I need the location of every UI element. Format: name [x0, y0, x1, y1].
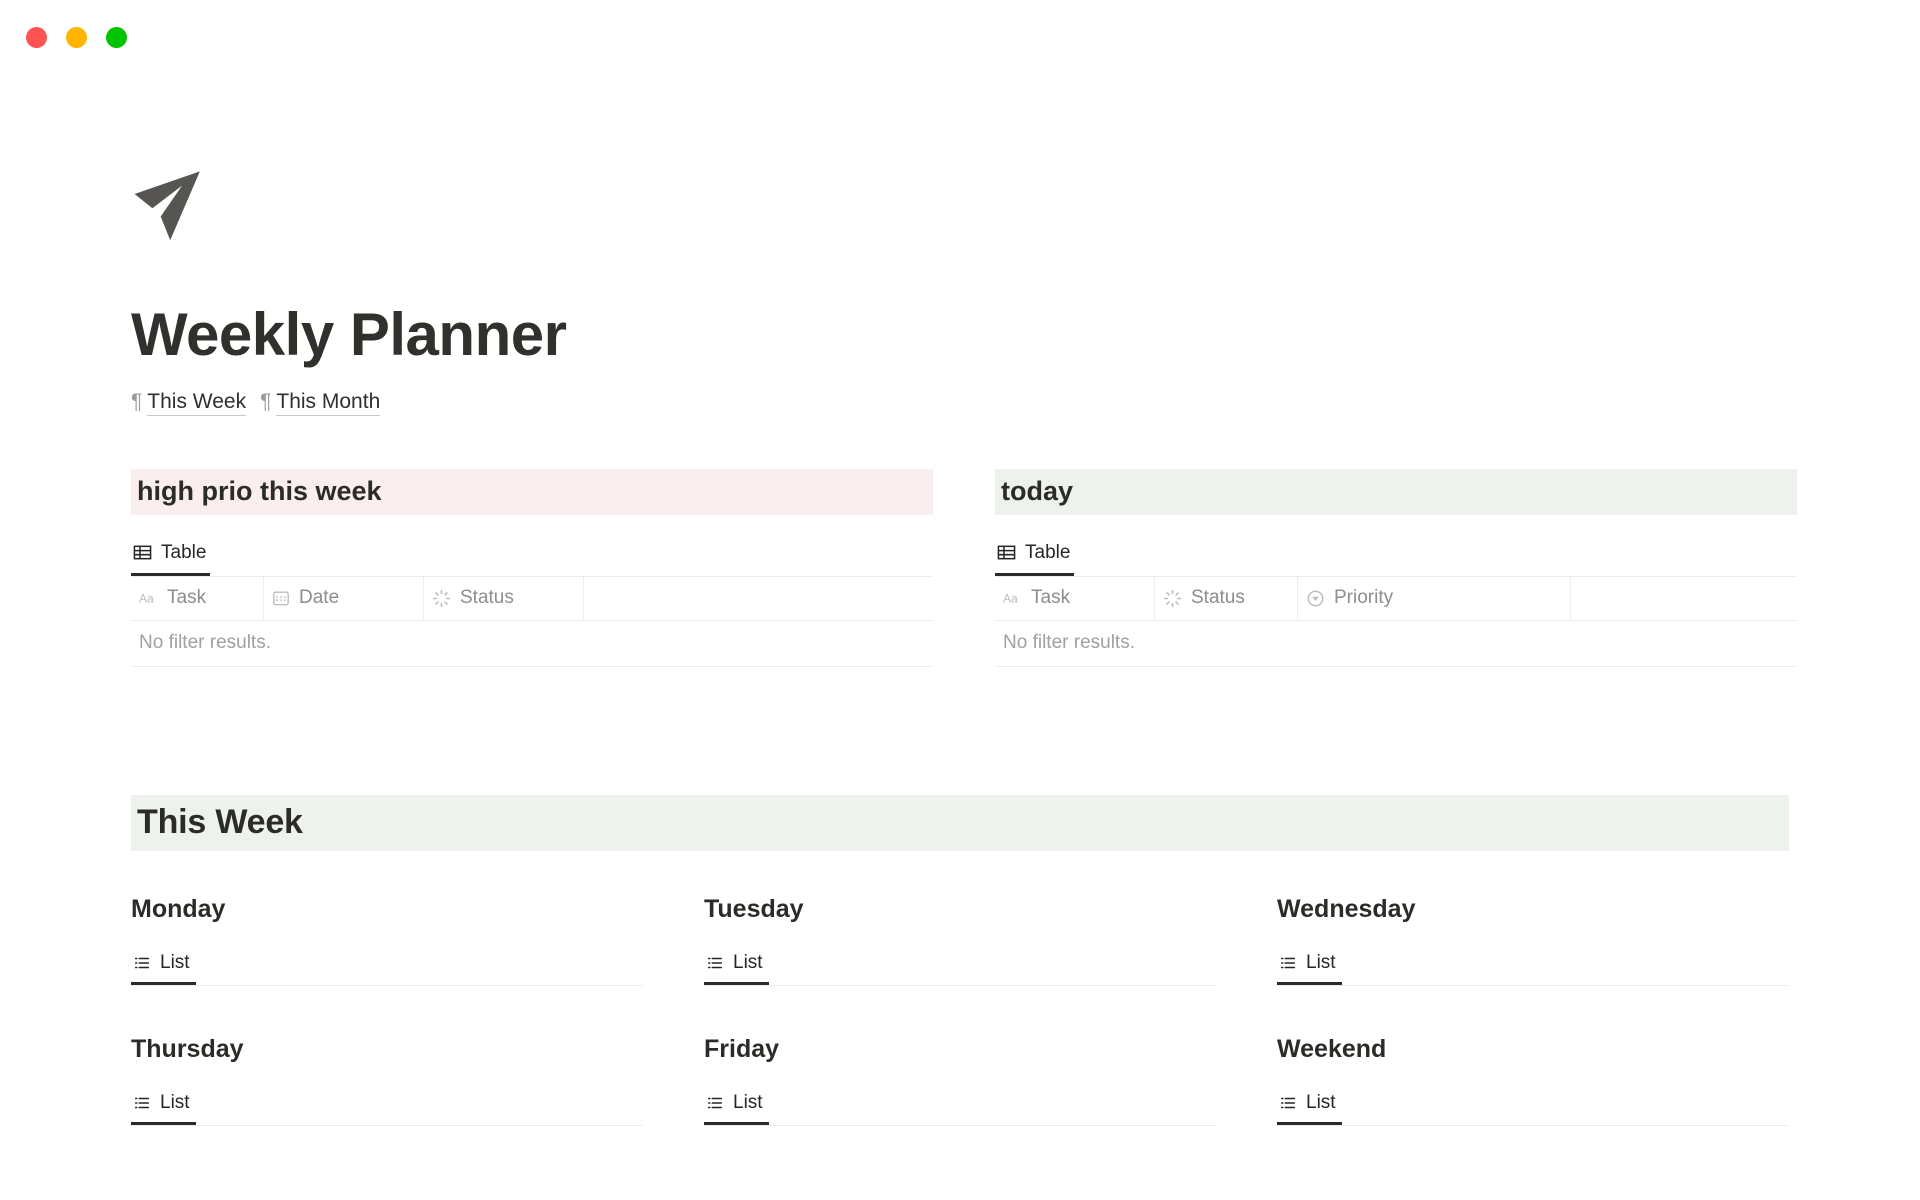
- list-icon: [133, 1094, 151, 1112]
- week-section-heading: This Week: [131, 794, 1789, 851]
- day-column-weekend: Weekend List: [1277, 1035, 1789, 1126]
- list-icon: [706, 954, 724, 972]
- view-tab-bar: List: [1277, 948, 1789, 986]
- status-icon: [432, 589, 451, 608]
- table-empty-message: No filter results.: [131, 621, 933, 667]
- tab-table-today[interactable]: Table: [995, 541, 1075, 576]
- nav-link-this-week[interactable]: This Week: [147, 390, 247, 416]
- database-row: high prio this week Table Aa Task Date S…: [131, 468, 1860, 667]
- column-header-status[interactable]: Status: [1155, 576, 1298, 620]
- table-high-prio: Aa Task Date Status No filter results.: [131, 576, 933, 667]
- day-column-monday: Monday List: [131, 895, 643, 986]
- view-tab-bar: List: [704, 948, 1216, 986]
- table-today: Aa Task Status Priority No filter result…: [995, 576, 1797, 667]
- view-tab-bar: List: [704, 1088, 1216, 1126]
- tab-label: List: [733, 951, 763, 973]
- maximize-window-button[interactable]: [106, 26, 127, 48]
- column-header-task[interactable]: Aa Task: [131, 576, 264, 620]
- pilcrow-icon: ¶: [131, 389, 143, 413]
- column-header-empty[interactable]: [584, 577, 933, 620]
- tab-label: List: [160, 1091, 190, 1113]
- heading-text: high prio this week: [137, 476, 382, 507]
- page-title: Weekly Planner: [131, 301, 567, 368]
- day-title: Monday: [131, 894, 226, 923]
- column-header-status[interactable]: Status: [424, 576, 584, 620]
- day-column-wednesday: Wednesday List: [1277, 895, 1789, 986]
- column-header-task[interactable]: Aa Task: [995, 576, 1155, 620]
- heading-text: today: [1001, 476, 1074, 507]
- pilcrow-icon: ¶: [260, 389, 272, 413]
- calendar-icon: [272, 589, 290, 607]
- list-icon: [1279, 1094, 1297, 1112]
- column-label: Status: [1191, 587, 1245, 609]
- column-label: Status: [460, 587, 514, 609]
- select-icon: [1306, 589, 1325, 608]
- column-label: Task: [1031, 587, 1071, 609]
- tab-label: List: [1306, 951, 1336, 973]
- column-label: Task: [167, 587, 207, 609]
- svg-text:Aa: Aa: [1003, 592, 1018, 606]
- tab-list-friday[interactable]: List: [704, 1092, 769, 1125]
- table-header-row: Aa Task: [995, 576, 1797, 621]
- close-window-button[interactable]: [26, 26, 47, 48]
- tab-table-high-prio[interactable]: Table: [131, 541, 211, 576]
- table-header-row: Aa Task: [131, 576, 933, 621]
- database-today: today Table Aa Task Status Priority No f…: [995, 468, 1797, 667]
- column-label: Date: [299, 587, 340, 609]
- tab-list-tuesday[interactable]: List: [704, 952, 769, 985]
- days-grid: Monday List Tuesday List Wednesday List …: [131, 895, 1851, 1126]
- status-icon: [1163, 589, 1182, 608]
- tab-list-weekend[interactable]: List: [1277, 1092, 1342, 1125]
- title-icon: Aa: [1003, 590, 1022, 606]
- tab-label: List: [1306, 1091, 1336, 1113]
- table-empty-message: No filter results.: [995, 621, 1797, 667]
- day-title: Friday: [704, 1034, 780, 1063]
- day-column-friday: Friday List: [704, 1035, 1216, 1126]
- list-icon: [133, 954, 151, 972]
- page-content: Weekly Planner ¶ This Week ¶ This Month …: [0, 169, 1920, 1126]
- column-header-date[interactable]: Date: [264, 576, 424, 620]
- week-section-title: This Week: [137, 803, 303, 842]
- svg-text:Aa: Aa: [139, 592, 154, 606]
- paper-plane-icon[interactable]: [131, 169, 207, 245]
- day-title: Weekend: [1277, 1034, 1387, 1063]
- tab-label: List: [160, 951, 190, 973]
- tab-label: Table: [161, 541, 207, 563]
- view-tab-bar: Table: [995, 537, 1797, 577]
- database-heading-high-prio: high prio this week: [131, 468, 933, 515]
- database-high-prio: high prio this week Table Aa Task Date S…: [131, 468, 933, 667]
- page-nav-links: ¶ This Week ¶ This Month: [131, 390, 1860, 416]
- tab-list-monday[interactable]: List: [131, 952, 196, 985]
- list-icon: [1279, 954, 1297, 972]
- title-icon: Aa: [139, 590, 158, 606]
- column-header-empty[interactable]: [1571, 577, 1797, 620]
- tab-label: Table: [1025, 541, 1071, 563]
- view-tab-bar: List: [131, 948, 643, 986]
- window-controls: [26, 26, 127, 48]
- tab-list-thursday[interactable]: List: [131, 1092, 196, 1125]
- nav-link-this-month[interactable]: This Month: [276, 390, 381, 416]
- day-title: Wednesday: [1277, 894, 1416, 923]
- column-label: Priority: [1334, 587, 1394, 609]
- day-title: Tuesday: [704, 894, 804, 923]
- day-column-tuesday: Tuesday List: [704, 895, 1216, 986]
- table-icon: [997, 543, 1016, 562]
- tab-label: List: [733, 1091, 763, 1113]
- view-tab-bar: List: [131, 1088, 643, 1126]
- view-tab-bar: Table: [131, 537, 933, 577]
- table-icon: [133, 543, 152, 562]
- minimize-window-button[interactable]: [66, 26, 87, 48]
- window-titlebar: [0, 0, 1920, 74]
- day-title: Thursday: [131, 1034, 244, 1063]
- column-header-priority[interactable]: Priority: [1298, 576, 1571, 620]
- list-icon: [706, 1094, 724, 1112]
- tab-list-wednesday[interactable]: List: [1277, 952, 1342, 985]
- day-column-thursday: Thursday List: [131, 1035, 643, 1126]
- database-heading-today: today: [995, 468, 1797, 515]
- view-tab-bar: List: [1277, 1088, 1789, 1126]
